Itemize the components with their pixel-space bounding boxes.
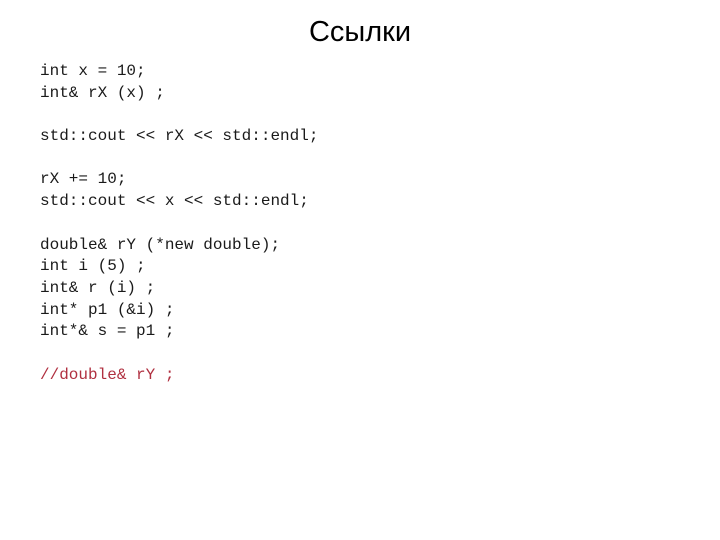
code-line: int& r (i) ; [40, 278, 156, 297]
code-line: double& rY (*new double); [40, 235, 281, 254]
code-line: rX += 10; [40, 170, 127, 189]
code-block: int x = 10; int& rX (x) ; std::cout << r… [40, 61, 318, 386]
code-line: std::cout << x << std::endl; [40, 192, 309, 211]
code-line: int x = 10; [40, 62, 146, 80]
code-line: int*& s = p1 ; [40, 322, 175, 341]
code-line: int i (5) ; [40, 257, 146, 276]
code-line: int& rX (x) ; [40, 83, 165, 102]
comment-line: //double& rY ; [40, 365, 175, 384]
code-line: int* p1 (&i) ; [40, 300, 175, 319]
slide-title: Ссылки [308, 16, 412, 48]
code-line: std::cout << rX << std::endl; [40, 127, 319, 146]
